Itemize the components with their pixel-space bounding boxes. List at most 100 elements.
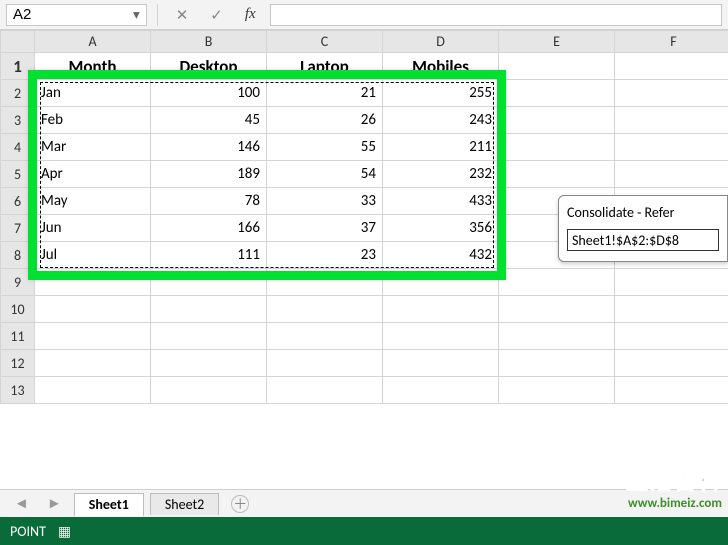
cell[interactable] — [35, 269, 151, 296]
cell[interactable] — [499, 161, 615, 188]
consolidate-reference-input[interactable]: Sheet1!$A$2:$D$8 — [567, 229, 719, 251]
table-row[interactable]: 12 — [1, 350, 728, 377]
cell[interactable] — [615, 350, 728, 377]
tab-nav-next-icon[interactable]: ► — [41, 495, 68, 513]
row-header[interactable]: 13 — [1, 377, 35, 404]
cell[interactable]: 37 — [267, 215, 383, 242]
cell[interactable] — [35, 377, 151, 404]
cell[interactable]: Jun — [35, 215, 151, 242]
table-row[interactable]: 5 Apr 189 54 232 — [1, 161, 728, 188]
cell[interactable]: 356 — [383, 215, 499, 242]
cell[interactable] — [151, 269, 267, 296]
cell[interactable] — [615, 53, 728, 80]
cell[interactable]: Feb — [35, 107, 151, 134]
cell[interactable]: 189 — [151, 161, 267, 188]
row-header[interactable]: 9 — [1, 269, 35, 296]
cell[interactable] — [267, 377, 383, 404]
cell[interactable]: May — [35, 188, 151, 215]
cell[interactable]: Month — [35, 53, 151, 80]
cell[interactable] — [35, 296, 151, 323]
new-sheet-button[interactable]: ＋ — [231, 495, 249, 513]
col-header-f[interactable]: F — [615, 31, 728, 53]
cell[interactable] — [151, 323, 267, 350]
cell[interactable] — [499, 296, 615, 323]
cell[interactable] — [615, 296, 728, 323]
table-row[interactable]: 9 — [1, 269, 728, 296]
cell[interactable] — [151, 377, 267, 404]
cell[interactable] — [615, 269, 728, 296]
cell[interactable] — [615, 80, 728, 107]
row-header[interactable]: 5 — [1, 161, 35, 188]
cell[interactable] — [267, 269, 383, 296]
row-header[interactable]: 2 — [1, 80, 35, 107]
sheet-tab-sheet1[interactable]: Sheet1 — [74, 493, 144, 517]
cell[interactable] — [267, 296, 383, 323]
cell[interactable]: 255 — [383, 80, 499, 107]
cell[interactable]: Laptop — [267, 53, 383, 80]
cell[interactable]: 33 — [267, 188, 383, 215]
cell[interactable] — [499, 134, 615, 161]
row-header[interactable]: 1 — [1, 53, 35, 80]
cell[interactable] — [615, 134, 728, 161]
table-row[interactable]: 13 — [1, 377, 728, 404]
cell[interactable]: 100 — [151, 80, 267, 107]
row-header[interactable]: 4 — [1, 134, 35, 161]
col-header-c[interactable]: C — [267, 31, 383, 53]
row-header[interactable]: 3 — [1, 107, 35, 134]
row-header[interactable]: 6 — [1, 188, 35, 215]
cell[interactable] — [615, 107, 728, 134]
cancel-icon[interactable]: ✕ — [168, 6, 197, 24]
worksheet-grid[interactable]: A B C D E F 1 Month Desktop Laptop Mobil… — [0, 30, 728, 489]
formula-input[interactable] — [270, 4, 722, 26]
cell[interactable]: 26 — [267, 107, 383, 134]
cell[interactable] — [151, 350, 267, 377]
table-row[interactable]: 2 Jan 100 21 255 — [1, 80, 728, 107]
tab-nav-prev-icon[interactable]: ◄ — [8, 495, 35, 513]
col-header-a[interactable]: A — [35, 31, 151, 53]
cell[interactable] — [499, 350, 615, 377]
cell[interactable]: Desktop — [151, 53, 267, 80]
col-header-e[interactable]: E — [499, 31, 615, 53]
cell[interactable] — [615, 323, 728, 350]
table-row[interactable]: 4 Mar 146 55 211 — [1, 134, 728, 161]
cell[interactable]: 23 — [267, 242, 383, 269]
cell[interactable] — [383, 296, 499, 323]
cell[interactable] — [383, 350, 499, 377]
cell[interactable]: 433 — [383, 188, 499, 215]
cell[interactable]: Apr — [35, 161, 151, 188]
select-all-corner[interactable] — [1, 31, 35, 53]
cell[interactable] — [35, 323, 151, 350]
cell[interactable]: 211 — [383, 134, 499, 161]
enter-icon[interactable]: ✓ — [202, 6, 231, 24]
table-row[interactable]: 1 Month Desktop Laptop Mobiles — [1, 53, 728, 80]
cell[interactable] — [499, 269, 615, 296]
cell[interactable]: 54 — [267, 161, 383, 188]
name-box-dropdown[interactable]: ▾ — [127, 7, 146, 23]
cell[interactable] — [383, 377, 499, 404]
row-header[interactable]: 10 — [1, 296, 35, 323]
cell[interactable] — [267, 350, 383, 377]
cell[interactable] — [267, 323, 383, 350]
row-header[interactable]: 11 — [1, 323, 35, 350]
table-row[interactable]: 10 — [1, 296, 728, 323]
cell[interactable] — [383, 269, 499, 296]
table-row[interactable]: 11 — [1, 323, 728, 350]
cell[interactable]: Mar — [35, 134, 151, 161]
cell[interactable]: Mobiles — [383, 53, 499, 80]
cell[interactable]: Jan — [35, 80, 151, 107]
consolidate-dialog[interactable]: Consolidate - Refer Sheet1!$A$2:$D$8 — [558, 195, 728, 262]
macro-record-icon[interactable]: ▦ — [58, 523, 71, 540]
cell[interactable] — [499, 377, 615, 404]
col-header-d[interactable]: D — [383, 31, 499, 53]
col-header-b[interactable]: B — [151, 31, 267, 53]
fx-icon[interactable]: fx — [237, 6, 264, 23]
cell[interactable] — [499, 53, 615, 80]
cell[interactable]: 243 — [383, 107, 499, 134]
cell[interactable] — [499, 323, 615, 350]
cell[interactable]: 78 — [151, 188, 267, 215]
row-header[interactable]: 7 — [1, 215, 35, 242]
sheet-tab-sheet2[interactable]: Sheet2 — [150, 493, 219, 515]
cell[interactable] — [35, 350, 151, 377]
cell[interactable]: 111 — [151, 242, 267, 269]
cell[interactable]: 432 — [383, 242, 499, 269]
